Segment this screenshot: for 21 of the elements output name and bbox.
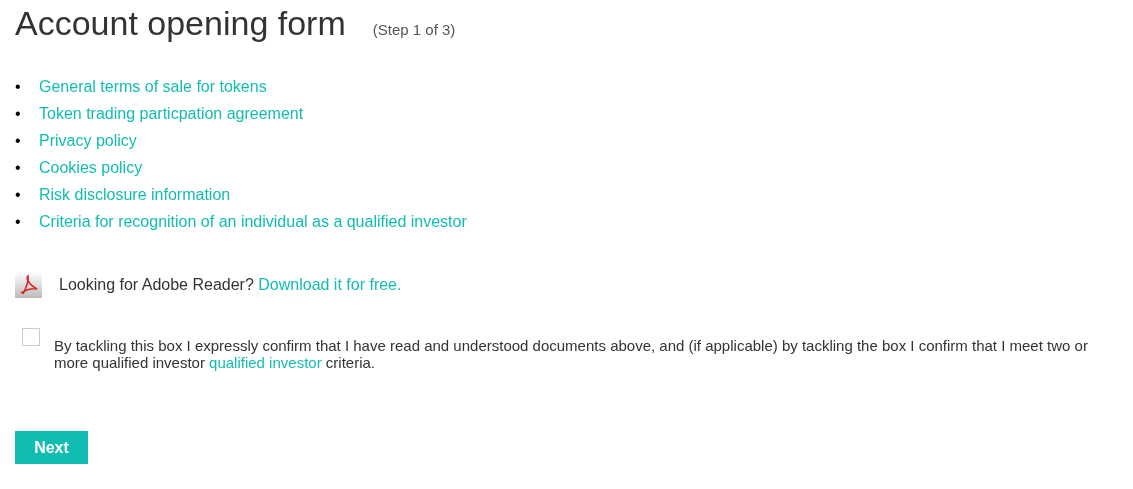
next-button[interactable]: Next — [15, 431, 88, 464]
page-title: Account opening form — [15, 3, 346, 44]
bullet: • — [15, 158, 22, 178]
document-link[interactable]: General terms of sale for tokens — [39, 73, 267, 100]
pdf-icon — [15, 272, 42, 298]
bullet: • — [15, 131, 22, 151]
document-link[interactable]: Criteria for recognition of an individual as a qualified investor — [39, 208, 467, 235]
bullet: • — [15, 212, 22, 232]
bullet: • — [15, 185, 22, 205]
bullet: • — [15, 77, 22, 97]
document-link[interactable]: Risk disclosure information — [39, 181, 231, 208]
consent-checkbox[interactable] — [22, 328, 40, 346]
step-indicator: (Step 1 of 3) — [372, 21, 456, 38]
reader-note: Looking for Adobe Reader? Download it for free. — [59, 276, 402, 294]
download-link[interactable]: Download it for free. — [258, 276, 402, 293]
document-link[interactable]: Privacy policy — [39, 127, 137, 154]
document-link[interactable]: Token trading particpation agreement — [39, 100, 304, 127]
bullet: • — [15, 104, 22, 124]
consent-text: By tackling this box I expressly confirm that I have read and understood documents above, and (if applicable) by tackling the box I confirm that I meet two or more qualified investor qualified investor criteria. — [54, 337, 1089, 371]
document-link[interactable]: Cookies policy — [39, 154, 143, 181]
qualified-investor-link[interactable]: qualified investor — [209, 354, 322, 371]
